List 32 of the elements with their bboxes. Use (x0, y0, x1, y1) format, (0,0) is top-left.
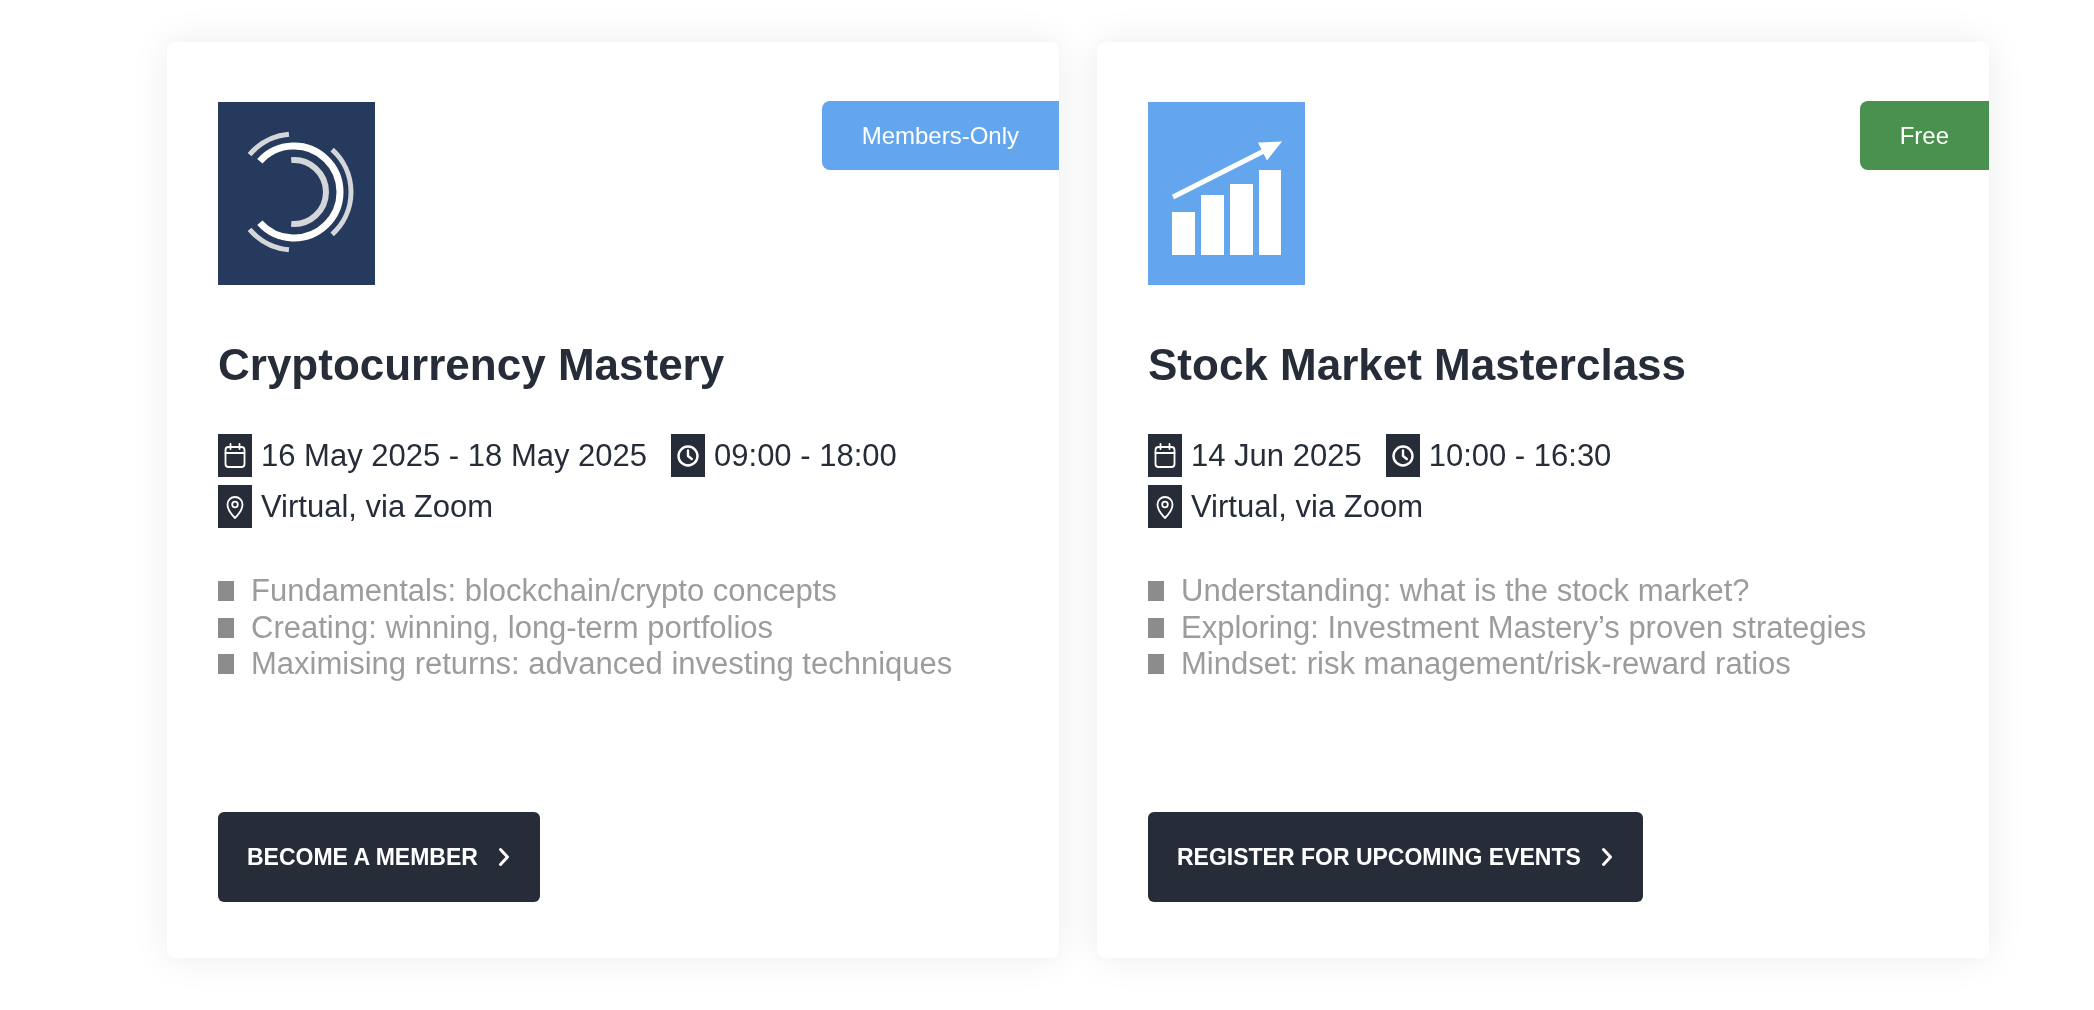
highlight-item: Understanding: what is the stock market? (1181, 573, 1750, 610)
square-bullet-icon (1148, 617, 1164, 638)
highlight-item: Creating: winning, long-term portfolios (251, 609, 774, 646)
event-location: Virtual, via Zoom (261, 488, 493, 526)
event-badge: Members-Only (821, 101, 1059, 170)
highlight-item: Mindset: risk management/risk-reward ratios (1181, 646, 1791, 683)
highlight-item: Fundamentals: blockchain/crypto concepts (251, 573, 837, 610)
calendar-icon (1148, 434, 1182, 477)
event-date: 14 Jun 2025 (1191, 437, 1362, 475)
square-bullet-icon (218, 617, 234, 638)
clock-icon (671, 434, 706, 477)
event-time: 10:00 - 16:30 (1428, 437, 1612, 475)
event-title: Cryptocurrency Mastery (218, 339, 725, 391)
highlight-item: Exploring: Investment Mastery’s proven strategies (1181, 609, 1867, 646)
event-location: Virtual, via Zoom (1191, 488, 1423, 526)
square-bullet-icon (218, 581, 234, 602)
square-bullet-icon (1148, 654, 1164, 675)
action-button[interactable]: BECOME A MEMBER (218, 812, 540, 902)
clock-icon (1385, 434, 1420, 477)
square-bullet-icon (218, 654, 234, 675)
event-badge: Free (1859, 101, 1989, 170)
location-pin-icon (218, 485, 252, 528)
calendar-icon (218, 434, 252, 477)
action-button[interactable]: REGISTER FOR UPCOMING EVENTS (1148, 812, 1643, 902)
square-bullet-icon (1148, 581, 1164, 602)
event-time: 09:00 - 18:00 (714, 437, 897, 475)
highlight-item: Maximising returns: advanced investing techniques (251, 646, 953, 683)
location-pin-icon (1148, 485, 1182, 528)
event-date: 16 May 2025 - 18 May 2025 (261, 437, 648, 475)
chevron-right-icon (497, 847, 510, 867)
chevron-right-icon (1600, 847, 1613, 867)
event-title: Stock Market Masterclass (1148, 339, 1687, 391)
